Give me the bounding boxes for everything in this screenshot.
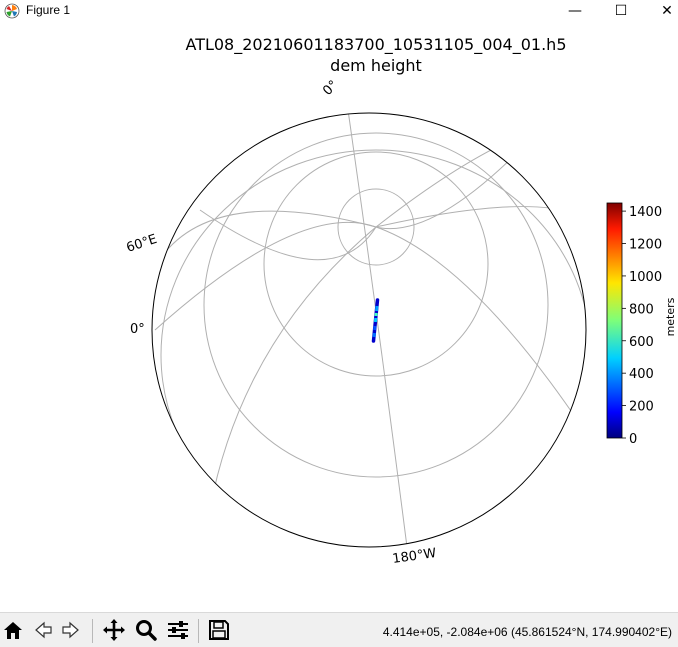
colorbar: 1400 1200 1000 800 600 400 200 0 meters <box>607 203 677 447</box>
data-track-segment <box>377 306 378 311</box>
pan-icon <box>102 618 126 642</box>
colorbar-tick-label: 200 <box>629 400 654 415</box>
toolbar-separator <box>198 619 199 643</box>
zoom-icon <box>134 618 158 642</box>
home-icon <box>2 619 24 641</box>
home-button[interactable] <box>0 617 26 643</box>
colorbar-tick-label: 600 <box>629 335 654 350</box>
data-track <box>374 300 378 341</box>
forward-button[interactable] <box>58 617 84 643</box>
graticule-parallel <box>264 152 488 376</box>
window-titlebar: Figure 1 — ☐ ✕ <box>0 0 678 22</box>
save-button[interactable] <box>206 617 232 643</box>
forward-icon <box>60 619 82 641</box>
colorbar-gradient <box>607 203 622 438</box>
graticule-meridian <box>348 110 407 547</box>
globe-graticule <box>152 110 591 560</box>
minimize-button[interactable]: — <box>552 0 598 22</box>
window-title: Figure 1 <box>26 3 70 17</box>
figure-canvas[interactable]: ATL08_20210601183700_10531105_004_01.h5 … <box>0 22 678 612</box>
back-icon <box>32 619 54 641</box>
figure-svg: ATL08_20210601183700_10531105_004_01.h5 … <box>0 22 678 612</box>
grid-label-bottom: 180°W <box>391 546 437 567</box>
close-button[interactable]: ✕ <box>644 0 678 22</box>
colorbar-label: meters <box>664 297 677 336</box>
grid-label-left-lower: 0° <box>130 322 145 337</box>
plot-title-line1: ATL08_20210601183700_10531105_004_01.h5 <box>185 35 566 55</box>
colorbar-ticks: 1400 1200 1000 800 600 400 200 0 <box>622 205 662 447</box>
configure-subplots-icon <box>166 618 190 642</box>
grid-label-left-upper: 60°E <box>125 232 159 256</box>
graticule-meridian <box>205 120 575 540</box>
colorbar-tick-label: 800 <box>629 302 654 317</box>
colorbar-tick-label: 0 <box>629 432 637 447</box>
colorbar-tick-label: 1200 <box>629 238 662 253</box>
configure-subplots-button[interactable] <box>165 617 191 643</box>
back-button[interactable] <box>30 617 56 643</box>
colorbar-tick-label: 1400 <box>629 205 662 220</box>
maximize-icon: ☐ <box>615 3 628 19</box>
minimize-icon: — <box>568 3 582 19</box>
navigation-toolbar: 4.414e+05, -2.084e+06 (45.861524°N, 174.… <box>0 612 678 647</box>
graticule-parallel <box>161 150 591 560</box>
cursor-coordinates: 4.414e+05, -2.084e+06 (45.861524°N, 174.… <box>383 625 672 639</box>
colorbar-tick-label: 400 <box>629 367 654 382</box>
plot-title-line2: dem height <box>330 56 422 75</box>
toolbar-separator <box>92 619 93 643</box>
zoom-button[interactable] <box>133 617 159 643</box>
graticule-meridian <box>200 210 376 260</box>
globe-boundary <box>152 113 586 547</box>
colorbar-tick-label: 1000 <box>629 270 662 285</box>
close-icon: ✕ <box>661 3 673 19</box>
save-icon <box>208 619 230 641</box>
matplotlib-logo-icon <box>4 3 20 19</box>
pan-button[interactable] <box>101 617 127 643</box>
maximize-button[interactable]: ☐ <box>598 0 644 22</box>
grid-label-top: 0° <box>320 78 341 99</box>
